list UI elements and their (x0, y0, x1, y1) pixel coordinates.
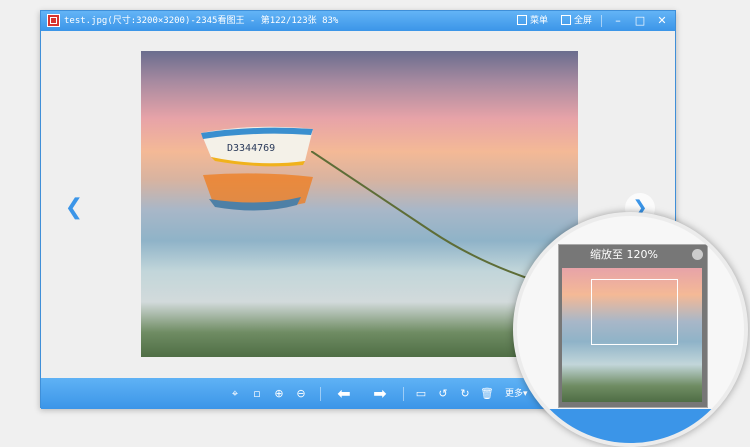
boat-reflection (203, 173, 313, 211)
zoom-in-button[interactable]: ⊕ (271, 386, 287, 402)
svg-text:D3344769: D3344769 (227, 143, 275, 154)
previous-button[interactable]: ⬅ (333, 386, 355, 402)
title-separator (601, 15, 602, 27)
fit-window-icon: ⌖ (231, 387, 239, 400)
zoom-in-icon: ⊕ (274, 387, 284, 400)
zoom-out-button[interactable]: ⊖ (293, 386, 309, 402)
rotate-left-icon: ↺ (438, 387, 448, 400)
rotate-right-icon: ↻ (460, 387, 470, 400)
delete-icon: 🗑 (480, 387, 494, 400)
more-button-label: 更多 (505, 389, 524, 399)
minimize-button[interactable]: – (607, 13, 629, 29)
menu-icon (517, 14, 527, 25)
actual-size-button[interactable]: ▫ (249, 386, 265, 402)
app-icon (47, 14, 60, 27)
chevron-left-icon: ❮ (64, 195, 84, 220)
fit-window-button[interactable]: ⌖ (227, 386, 243, 402)
comment-icon: ▭ (415, 387, 427, 400)
next-button[interactable]: ➡ (369, 386, 391, 402)
delete-button[interactable]: 🗑 (479, 386, 495, 402)
more-button[interactable]: 更多▾ (505, 387, 528, 401)
previous-arrow-icon: ⬅ (337, 384, 351, 403)
close-icon: ✕ (657, 14, 667, 27)
viewport-frame[interactable] (591, 279, 678, 345)
zoom-panel-close-button[interactable] (692, 249, 703, 260)
close-button[interactable]: ✕ (651, 13, 673, 29)
zoom-navigator-panel[interactable]: 缩放至 120% (558, 244, 708, 408)
window-title: test.jpg(尺寸:3200×3200)-2345看图王 - 第122/12… (64, 16, 339, 26)
minimize-icon: – (615, 14, 621, 27)
magnified-toolbar (517, 409, 744, 443)
rotate-left-button[interactable]: ↺ (435, 386, 451, 402)
toolbar-separator (320, 387, 321, 401)
previous-image-button[interactable]: ❮ (62, 196, 86, 220)
zoom-level-label: 缩放至 120% (590, 248, 658, 261)
next-arrow-icon: ➡ (373, 384, 387, 403)
fullscreen-icon (561, 14, 571, 25)
fullscreen-button[interactable]: 全屏 (561, 13, 592, 29)
zoom-out-icon: ⊖ (296, 387, 306, 400)
actual-size-icon: ▫ (253, 387, 261, 400)
menu-button-label: 菜单 (530, 16, 549, 26)
maximize-icon: □ (634, 14, 646, 27)
navigator-thumbnail[interactable] (562, 268, 702, 402)
zoom-magnifier: 缩放至 120% (513, 212, 748, 447)
boat: D3344769 (201, 126, 313, 167)
maximize-button[interactable]: □ (629, 13, 651, 29)
title-bar[interactable]: test.jpg(尺寸:3200×3200)-2345看图王 - 第122/12… (41, 11, 675, 31)
displayed-photo[interactable]: D3344769 (141, 51, 578, 357)
menu-button[interactable]: 菜单 (517, 13, 548, 29)
comment-button[interactable]: ▭ (413, 386, 429, 402)
rotate-right-button[interactable]: ↻ (457, 386, 473, 402)
toolbar-separator (403, 387, 404, 401)
fullscreen-button-label: 全屏 (574, 16, 593, 26)
